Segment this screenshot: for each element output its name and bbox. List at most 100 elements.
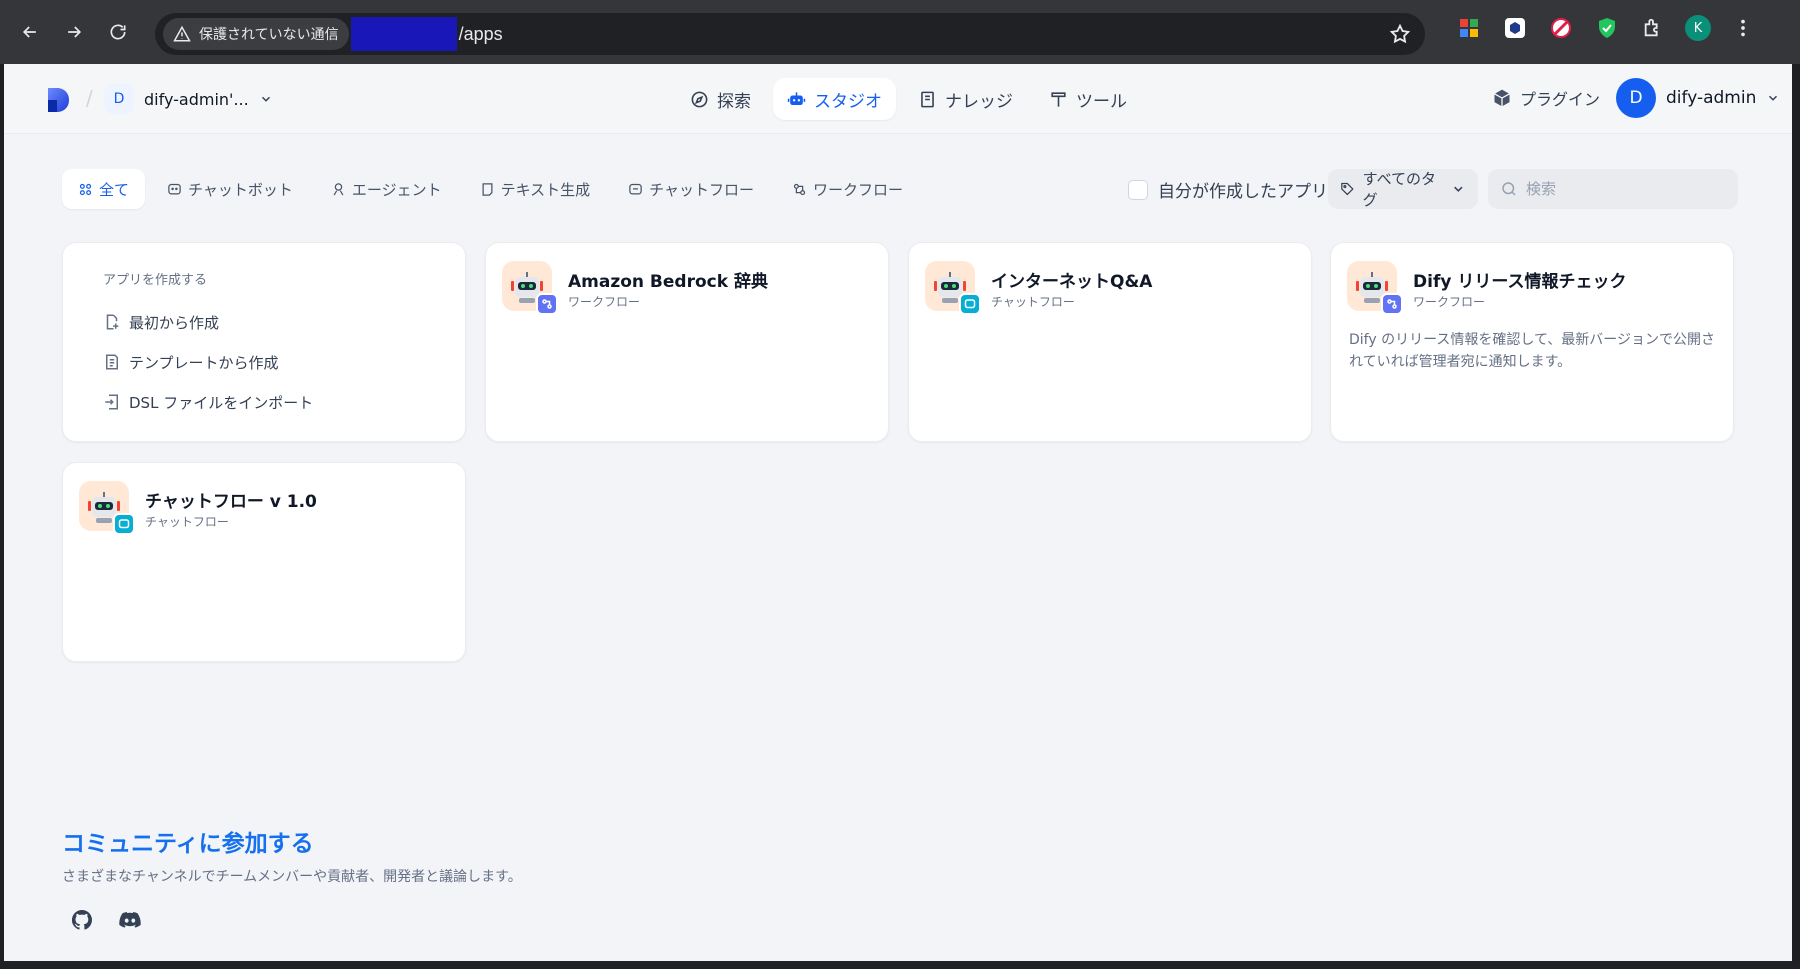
redacted-host <box>350 17 457 51</box>
create-blank-button[interactable]: 最初から作成 <box>103 302 425 342</box>
tab-text-generation[interactable]: テキスト生成 <box>464 169 607 209</box>
community-title: コミュニティに参加する <box>62 831 314 857</box>
tab-workflow[interactable]: ワークフロー <box>776 169 919 209</box>
tab-agent-label: エージェント <box>351 180 442 199</box>
reload-icon <box>110 24 126 40</box>
nav-knowledge[interactable]: ナレッジ <box>904 78 1027 120</box>
social-links <box>70 908 522 932</box>
import-dsl-label: DSL ファイルをインポート <box>129 393 314 412</box>
book-icon <box>921 91 934 107</box>
tab-chatflow-label: チャットフロー <box>649 180 754 199</box>
address-bar[interactable]: 保護されていない通信 /apps <box>155 13 1425 55</box>
app-card[interactable]: インターネットQ&A チャットフロー <box>908 242 1312 442</box>
community-section: コミュニティに参加する さまざまなチャンネルでチームメンバーや貢献者、開発者と議… <box>62 824 522 932</box>
community-subtitle: さまざまなチャンネルでチームメンバーや貢献者、開発者と議論します。 <box>62 869 522 885</box>
plugins-button[interactable]: プラグイン <box>1492 86 1600 110</box>
package-icon <box>1494 89 1510 107</box>
created-by-me-label: 自分が作成したアプリ <box>1158 182 1328 202</box>
extension-block-icon[interactable] <box>1547 14 1575 42</box>
app-card[interactable]: チャットフロー v 1.0 チャットフロー <box>62 462 466 662</box>
tab-workflow-label: ワークフロー <box>813 180 904 199</box>
tag-filter-select[interactable]: すべてのタグ <box>1328 169 1478 209</box>
app-type: ワークフロー <box>1413 295 1486 309</box>
tag-icon <box>1341 182 1354 196</box>
extension-shield-icon[interactable] <box>1593 14 1621 42</box>
nav-tools[interactable]: ツール <box>1035 78 1141 120</box>
agent-icon <box>333 182 344 195</box>
create-app-card: アプリを作成する 最初から作成 テンプレートから作成 DSL ファイルをインポー… <box>62 242 466 442</box>
create-app-title: アプリを作成する <box>103 273 208 288</box>
create-from-template-button[interactable]: テンプレートから作成 <box>103 342 425 382</box>
discord-icon[interactable] <box>118 908 142 932</box>
user-avatar: D <box>1616 78 1656 118</box>
extension-cube-icon[interactable] <box>1501 14 1529 42</box>
app-icon <box>502 261 558 315</box>
tab-chatbot[interactable]: チャットボット <box>151 169 309 209</box>
star-icon[interactable] <box>1389 23 1411 45</box>
tab-all[interactable]: 全て <box>62 169 146 209</box>
workflow-icon <box>542 299 552 309</box>
nav-studio[interactable]: スタジオ <box>773 78 896 120</box>
app-description: Dify のリリース情報を確認して、最新バージョンで公開されていれば管理者宛に通… <box>1349 332 1715 370</box>
tab-text-generation-label: テキスト生成 <box>500 180 591 199</box>
nav-studio-label: スタジオ <box>814 91 882 112</box>
tab-all-label: 全て <box>99 180 130 199</box>
workspace-avatar: D <box>104 84 134 114</box>
tag-filter-label: すべてのタグ <box>1362 170 1436 209</box>
app-header: / D dify-admin'... 探索 スタジオ ナレッジ ツール プラグイ… <box>4 64 1792 134</box>
forward-button[interactable] <box>52 10 96 54</box>
security-label: 保護されていない通信 <box>199 27 339 43</box>
app-name: Amazon Bedrock 辞典 <box>568 272 768 292</box>
chevron-down-icon <box>1769 95 1778 101</box>
github-icon[interactable] <box>70 908 94 932</box>
tab-chatflow[interactable]: チャットフロー <box>612 169 770 209</box>
browser-menu-icon[interactable] <box>1729 14 1757 42</box>
user-name: dify-admin <box>1666 88 1757 108</box>
robot-icon <box>787 91 806 105</box>
chat-bubble-icon <box>964 299 976 309</box>
created-by-me-filter[interactable]: 自分が作成したアプリ <box>1128 177 1328 202</box>
workspace-name: dify-admin'... <box>144 89 249 109</box>
security-indicator[interactable]: 保護されていない通信 <box>163 18 349 50</box>
arrow-left-icon <box>22 26 36 38</box>
chat-bubble-icon <box>118 519 130 529</box>
tab-agent[interactable]: エージェント <box>315 169 458 209</box>
chatflow-badge <box>959 293 981 315</box>
chatflow-badge <box>113 513 135 535</box>
url-path[interactable]: /apps <box>459 24 503 45</box>
browser-profile-avatar[interactable]: K <box>1685 15 1711 41</box>
workspace-switcher[interactable]: D dify-admin'... <box>104 84 273 114</box>
user-menu[interactable]: D dify-admin <box>1616 78 1780 118</box>
app-type: ワークフロー <box>568 295 641 309</box>
file-plus-icon <box>106 314 119 330</box>
workflow-badge <box>536 293 558 315</box>
app-type: チャットフロー <box>145 515 229 529</box>
document-icon <box>482 182 493 196</box>
dify-logo-icon[interactable] <box>46 86 72 114</box>
plugins-label: プラグイン <box>1520 90 1601 109</box>
app-name: インターネットQ&A <box>991 272 1153 292</box>
created-by-me-checkbox[interactable] <box>1128 179 1148 200</box>
app-name: チャットフロー v 1.0 <box>145 492 317 512</box>
extensions-puzzle-icon[interactable] <box>1639 14 1667 42</box>
workflow-icon <box>793 183 806 195</box>
search-input[interactable] <box>1526 180 1716 198</box>
tab-chatbot-label: チャットボット <box>188 180 293 199</box>
import-dsl-button[interactable]: DSL ファイルをインポート <box>103 382 425 422</box>
extension-colorful-icon[interactable] <box>1455 14 1483 42</box>
nav-knowledge-label: ナレッジ <box>945 91 1013 112</box>
app-icon <box>1347 261 1403 315</box>
dify-app: / D dify-admin'... 探索 スタジオ ナレッジ ツール プラグイ… <box>4 64 1792 961</box>
back-button[interactable] <box>8 10 52 54</box>
app-card[interactable]: Amazon Bedrock 辞典 ワークフロー <box>485 242 889 442</box>
nav-explore-label: 探索 <box>717 91 751 112</box>
chatflow-icon <box>629 183 642 194</box>
app-type: チャットフロー <box>991 295 1075 309</box>
hammer-icon <box>1051 91 1066 107</box>
reload-button[interactable] <box>96 10 140 54</box>
app-card[interactable]: Dify リリース情報チェック ワークフロー Dify のリリース情報を確認して… <box>1330 242 1734 442</box>
nav-explore[interactable]: 探索 <box>676 78 765 120</box>
extensions-area: K <box>1455 14 1757 42</box>
create-blank-label: 最初から作成 <box>129 313 220 332</box>
search-icon <box>1502 182 1516 196</box>
